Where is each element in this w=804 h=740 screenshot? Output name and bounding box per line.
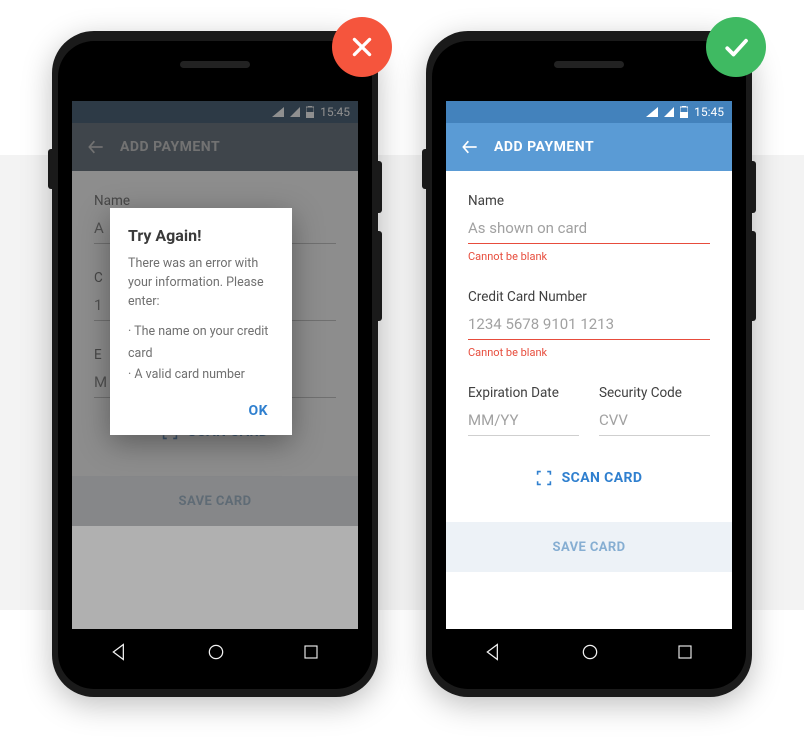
navbar-home-icon[interactable]	[580, 642, 600, 662]
android-navbar	[446, 629, 732, 675]
dialog-body: There was an error with your information…	[128, 255, 274, 311]
cell-icon	[290, 107, 300, 117]
navbar-recents-icon[interactable]	[302, 643, 320, 661]
scan-card-label: SCAN CARD	[562, 470, 643, 486]
status-time: 15:45	[320, 105, 350, 119]
navbar-back-icon[interactable]	[110, 642, 130, 662]
scan-card-button[interactable]: SCAN CARD	[468, 470, 710, 486]
app-bar: ADD PAYMENT	[446, 123, 732, 171]
ok-button[interactable]: OK	[242, 397, 274, 425]
badge-incorrect	[332, 17, 392, 77]
error-dialog: Try Again! There was an error with your …	[110, 208, 292, 435]
status-time: 15:45	[694, 105, 724, 119]
battery-icon	[680, 106, 688, 118]
check-icon	[721, 32, 751, 62]
screen-left: 15:45 ADD PAYMENT Name A C	[72, 101, 358, 629]
navbar-home-icon[interactable]	[206, 642, 226, 662]
signal-icon	[646, 107, 658, 117]
card-input[interactable]: 1234 5678 9101 1213	[468, 315, 710, 340]
phone-good-example: 15:45 ADD PAYMENT Name As shown on card …	[426, 31, 752, 697]
exp-label: Expiration Date	[468, 385, 579, 401]
card-label: Credit Card Number	[468, 289, 710, 305]
phone-bad-example: 15:45 ADD PAYMENT Name A C	[52, 31, 378, 697]
name-label: Name	[468, 193, 710, 209]
dialog-item-2: A valid card number	[128, 364, 274, 385]
name-error: Cannot be blank	[468, 250, 710, 263]
card-error: Cannot be blank	[468, 346, 710, 359]
save-card-label: SAVE CARD	[553, 540, 626, 555]
app-bar-title: ADD PAYMENT	[494, 139, 594, 155]
dialog-title: Try Again!	[128, 226, 274, 245]
scan-icon	[536, 470, 552, 486]
navbar-back-icon[interactable]	[484, 642, 504, 662]
back-arrow-icon[interactable]	[460, 137, 480, 157]
name-input[interactable]: As shown on card	[468, 219, 710, 244]
cvv-label: Security Code	[599, 385, 710, 401]
dialog-item-1: The name on your credit card	[128, 321, 274, 364]
save-card-button[interactable]: SAVE CARD	[446, 522, 732, 572]
battery-icon	[306, 106, 314, 118]
cvv-input[interactable]: CVV	[599, 411, 710, 436]
screen-right: 15:45 ADD PAYMENT Name As shown on card …	[446, 101, 732, 629]
android-navbar	[72, 629, 358, 675]
badge-correct	[706, 17, 766, 77]
cell-icon	[664, 107, 674, 117]
navbar-recents-icon[interactable]	[676, 643, 694, 661]
close-icon	[349, 34, 375, 60]
signal-icon	[272, 107, 284, 117]
status-bar: 15:45	[446, 101, 732, 123]
status-bar: 15:45	[72, 101, 358, 123]
exp-input[interactable]: MM/YY	[468, 411, 579, 436]
